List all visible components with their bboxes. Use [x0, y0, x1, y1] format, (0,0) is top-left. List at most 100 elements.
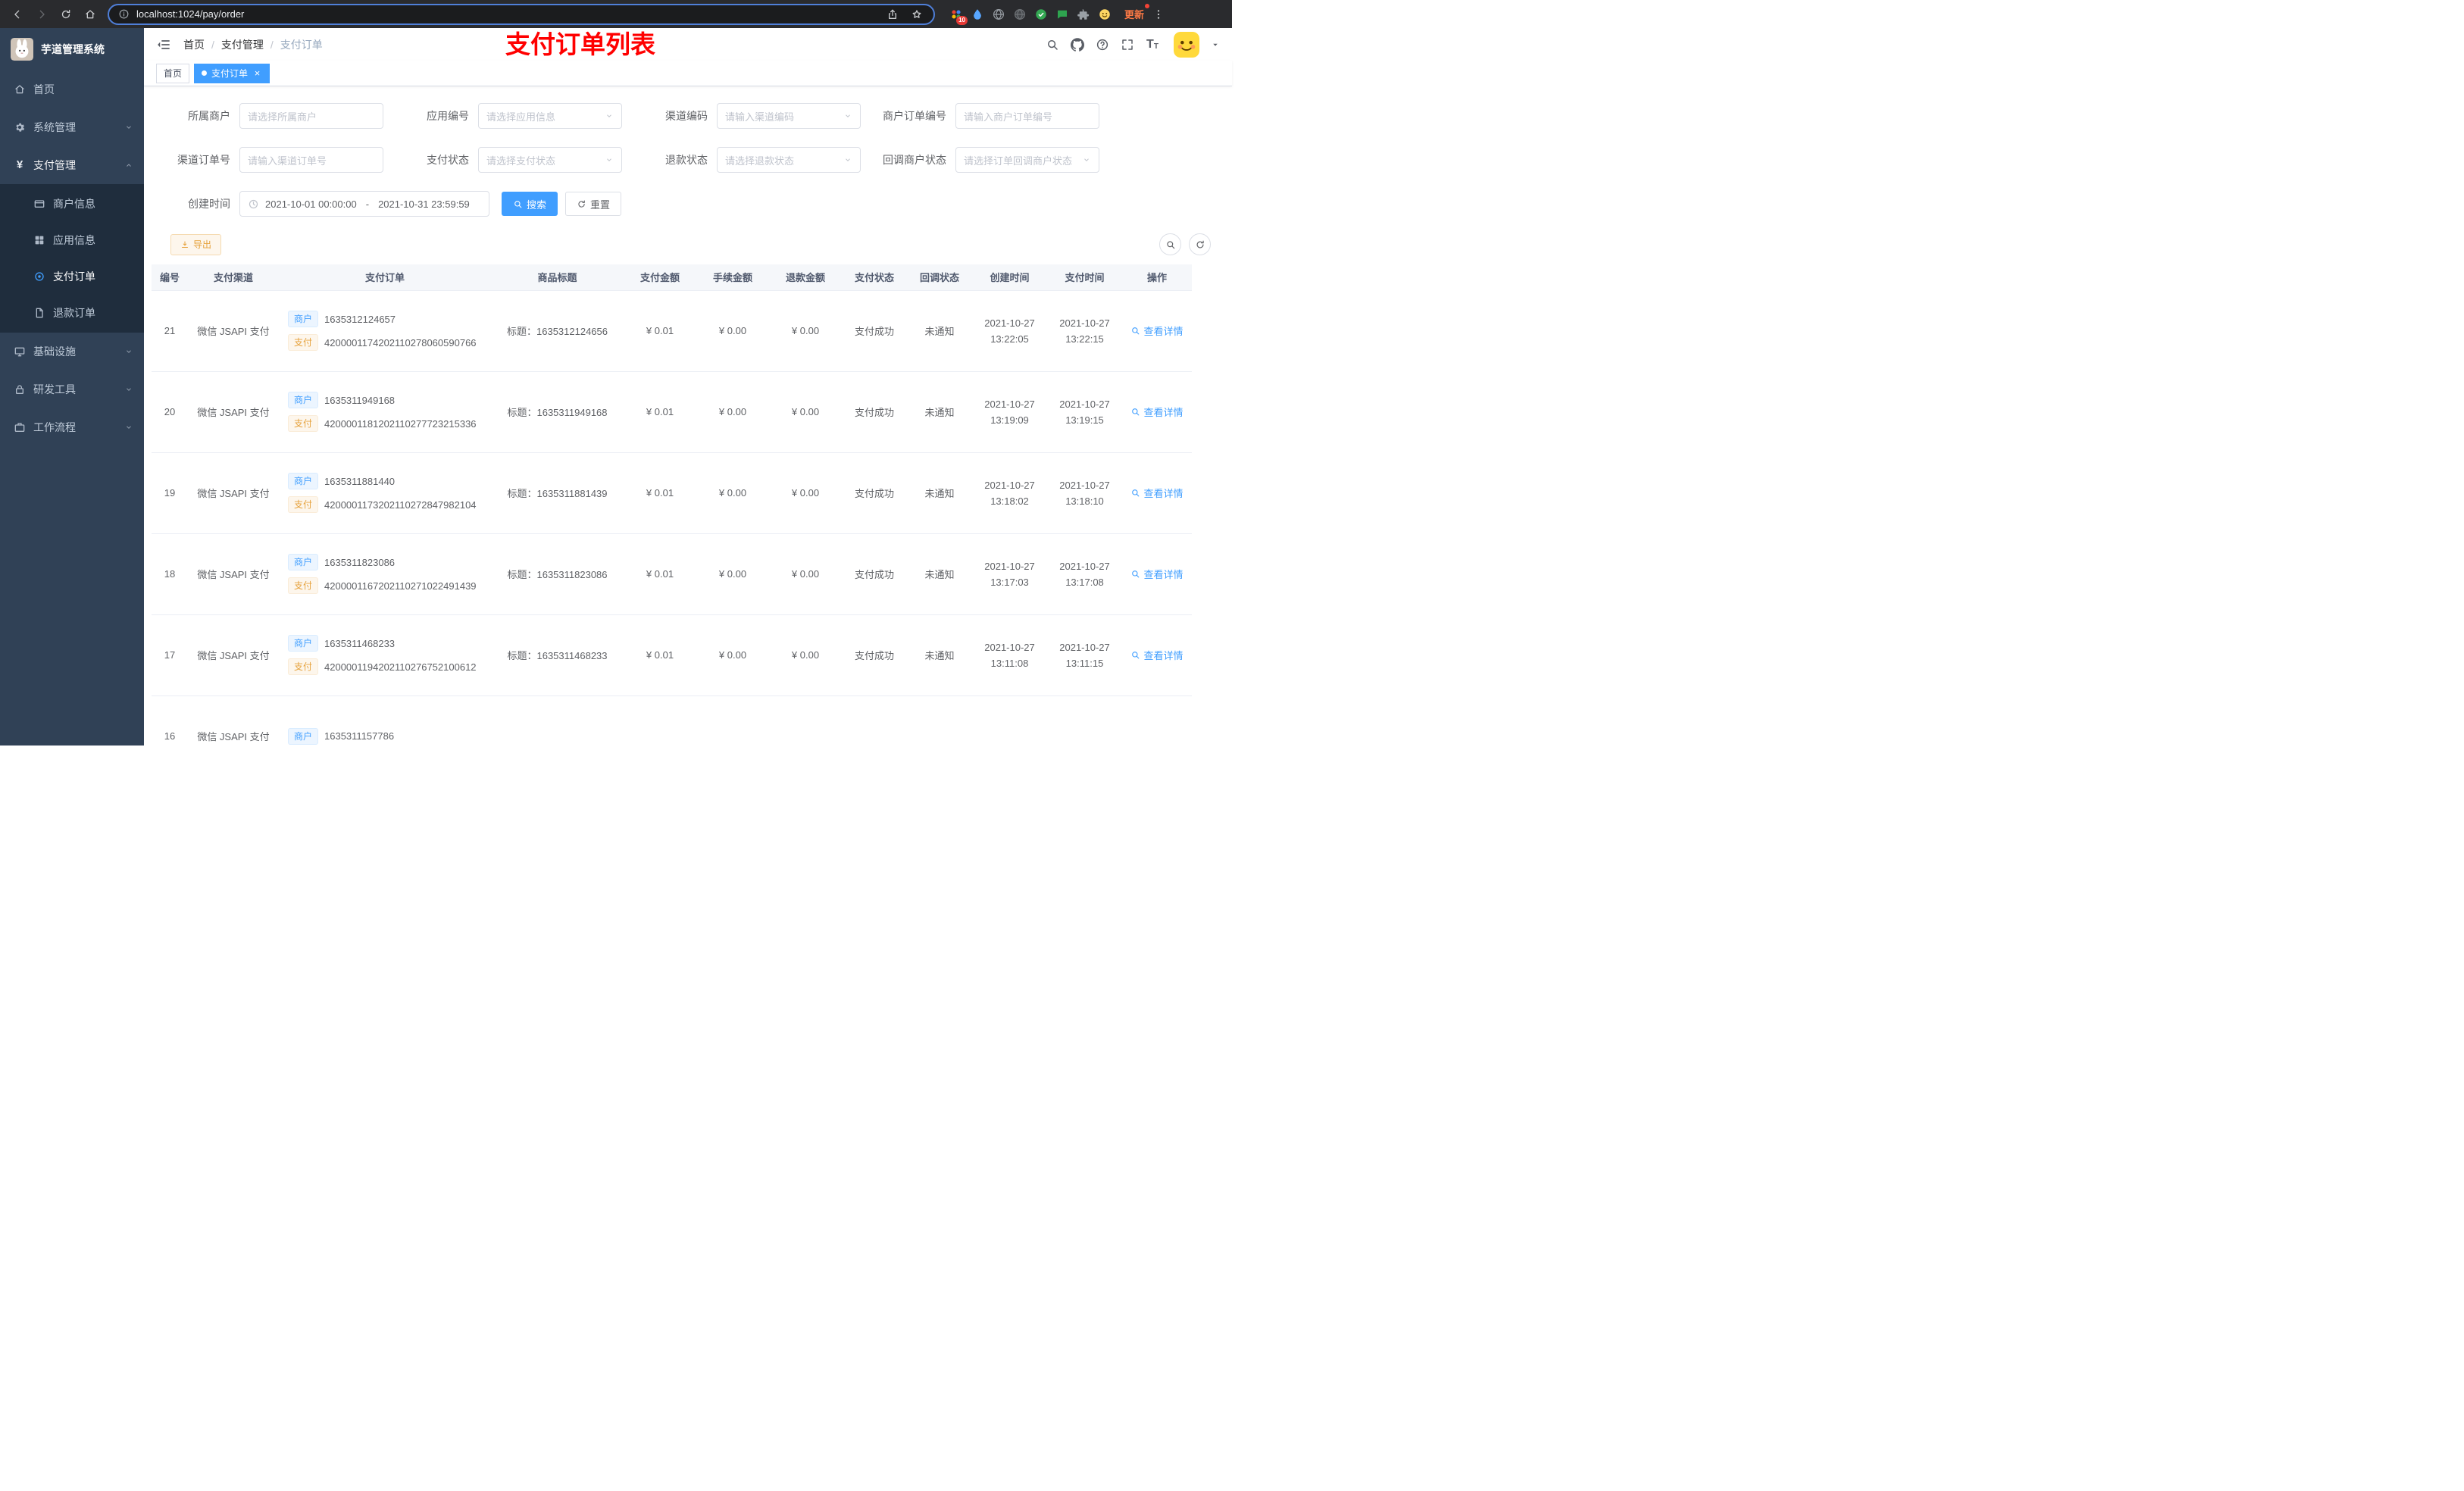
app-logo[interactable]: 芋道管理系统	[0, 28, 144, 70]
sidebar-item-infrastructure[interactable]: 基础设施	[0, 333, 144, 370]
filter-field-callback-status: 回调商户状态 请选择订单回调商户状态	[866, 147, 1105, 173]
pay-amount-cell	[624, 695, 696, 746]
question-icon[interactable]	[1096, 38, 1109, 52]
github-icon[interactable]	[1071, 37, 1084, 52]
breadcrumb-separator: /	[270, 38, 274, 51]
pay-time-cell: 2021-10-27 13:22:15	[1047, 290, 1122, 372]
back-icon[interactable]	[8, 5, 27, 24]
download-icon	[180, 240, 189, 249]
pay-time-cell: 2021-10-27 13:11:15	[1047, 614, 1122, 696]
placeholder-text: 请选择应用信息	[486, 111, 556, 123]
chat-icon[interactable]	[1055, 7, 1070, 22]
channel-cell: 微信 JSAPI 支付	[188, 290, 279, 372]
puzzle-icon[interactable]	[1076, 7, 1091, 22]
filter-label-merchant-order-no: 商户订单编号	[883, 110, 946, 122]
sidebar-item-system-mgmt[interactable]: 系统管理	[0, 108, 144, 146]
drop-icon[interactable]	[970, 7, 985, 22]
table-row: 21 微信 JSAPI 支付 商户 1635312124657 支付 4200001174…	[152, 290, 1192, 372]
font-size-icon[interactable]: TT	[1146, 38, 1159, 52]
sidebar-item-workflow[interactable]: 工作流程	[0, 408, 144, 446]
search-icon	[1130, 488, 1140, 498]
sidebar-item-pay-order[interactable]: 支付订单	[0, 258, 144, 295]
create-time-range-picker[interactable]: 2021-10-01 00:00:00 - 2021-10-31 23:59:5…	[239, 191, 489, 217]
extensions-dots-icon[interactable]: 10	[949, 7, 968, 25]
notify-status-cell	[907, 695, 972, 746]
star-icon[interactable]	[909, 7, 924, 22]
action-cell: 查看详情	[1122, 290, 1192, 372]
view-detail-link[interactable]: 查看详情	[1130, 567, 1184, 581]
sidebar-item-home[interactable]: 首页	[0, 70, 144, 108]
browser-update-button[interactable]: 更新	[1118, 4, 1150, 24]
merchant-order-no: 1635311468233	[324, 637, 396, 649]
pay-order-cell: 商户 1635311949168 支付 42000011812021102777232…	[279, 371, 491, 453]
filter-label-channel-order-no: 渠道订单号	[177, 154, 230, 166]
pay-time-cell	[1047, 695, 1122, 746]
reset-button[interactable]: 重置	[565, 192, 622, 216]
channel-cell: 微信 JSAPI 支付	[188, 695, 279, 746]
filter-select-channel-code[interactable]: 请输入渠道编码	[717, 103, 861, 129]
home-icon[interactable]	[80, 5, 100, 24]
view-detail-link[interactable]: 查看详情	[1130, 486, 1184, 500]
refresh-table-button[interactable]	[1189, 233, 1211, 255]
tab-label: 首页	[164, 68, 183, 79]
green-circle-icon[interactable]	[1033, 7, 1049, 22]
share-icon[interactable]	[885, 7, 900, 22]
sidebar-item-pay-mgmt[interactable]: ¥ 支付管理	[0, 146, 144, 184]
export-button[interactable]: 导出	[170, 233, 222, 255]
tab-home[interactable]: 首页	[156, 63, 190, 83]
notify-status-cell: 未通知	[907, 371, 972, 453]
caret-down-icon[interactable]	[1211, 40, 1220, 49]
more-vert-icon[interactable]	[1150, 6, 1167, 23]
forward-icon[interactable]	[32, 5, 52, 24]
info-icon[interactable]	[118, 8, 130, 20]
product-title: 标题：1635312124656	[507, 326, 608, 337]
search-icon	[1165, 239, 1176, 250]
yen-icon: ¥	[16, 158, 23, 171]
sidebar-item-label: 应用信息	[53, 234, 95, 246]
toggle-search-button[interactable]	[1159, 233, 1181, 255]
refresh-icon[interactable]	[56, 5, 76, 24]
filter-select-pay-status[interactable]: 请选择支付状态	[478, 147, 622, 173]
search-button[interactable]: 搜索	[502, 192, 558, 216]
breadcrumb-item[interactable]: 支付管理	[221, 37, 264, 52]
filter-input-channel-order-no[interactable]: 请输入渠道订单号	[239, 147, 383, 173]
fullscreen-icon[interactable]	[1121, 38, 1134, 52]
globe-dark-icon[interactable]	[1012, 7, 1027, 22]
fold-icon[interactable]	[156, 37, 171, 52]
search-icon[interactable]	[1046, 38, 1059, 52]
filter-select-refund-status[interactable]: 请选择退款状态	[717, 147, 861, 173]
sidebar-item-merchant-info[interactable]: 商户信息	[0, 186, 144, 222]
close-icon[interactable]: ×	[252, 68, 262, 78]
pay-order-cell: 商户 1635312124657 支付 42000011742021102780605…	[279, 290, 491, 372]
avatar-emoji[interactable]	[1174, 31, 1199, 58]
action-cell: 查看详情	[1122, 371, 1192, 453]
placeholder-text: 请输入商户订单编号	[964, 111, 1053, 123]
filter-input-merchant[interactable]: 请选择所属商户	[239, 103, 383, 129]
url-bar[interactable]: localhost:1024/pay/order	[108, 3, 935, 25]
pay-time-cell: 2021-10-27 13:17:08	[1047, 533, 1122, 615]
column-header: 操作	[1122, 264, 1192, 291]
view-detail-link[interactable]: 查看详情	[1130, 405, 1184, 419]
table-header-row: 编号 支付渠道 支付订单 商品标题 支付金额 手续金额 退款金额 支付状态 回调状态 创建时间 支付…	[152, 264, 1192, 291]
tab-pay-order[interactable]: 支付订单 ×	[194, 63, 270, 83]
view-detail-link[interactable]: 查看详情	[1130, 324, 1184, 338]
filter-select-app-no[interactable]: 请选择应用信息	[478, 103, 622, 129]
sidebar-item-label: 研发工具	[33, 383, 76, 395]
id-cell: 20	[152, 371, 188, 453]
sidebar-item-refund-order[interactable]: 退款订单	[0, 295, 144, 331]
product-title: 标题：1635311881439	[507, 488, 608, 499]
globe-icon[interactable]	[991, 7, 1006, 22]
breadcrumb-item[interactable]: 首页	[183, 37, 205, 52]
view-detail-link[interactable]: 查看详情	[1130, 648, 1184, 662]
update-notification-dot	[1145, 4, 1150, 8]
lock-icon	[14, 383, 26, 395]
sidebar-item-dev-tools[interactable]: 研发工具	[0, 370, 144, 408]
sidebar-item-app-info[interactable]: 应用信息	[0, 222, 144, 258]
filter-input-merchant-order-no[interactable]: 请输入商户订单编号	[955, 103, 1099, 129]
filter-select-callback-status[interactable]: 请选择订单回调商户状态	[955, 147, 1099, 173]
refund-amount-cell	[769, 695, 842, 746]
emoji-icon[interactable]	[1097, 7, 1112, 22]
placeholder-text: 请选择订单回调商户状态	[964, 155, 1073, 167]
target-icon	[33, 270, 45, 283]
sidebar-menu: 首页 系统管理 ¥ 支付管理 商户信息应用信息支付订单 退款订单 基础设施研发工具工作流程	[0, 70, 144, 446]
